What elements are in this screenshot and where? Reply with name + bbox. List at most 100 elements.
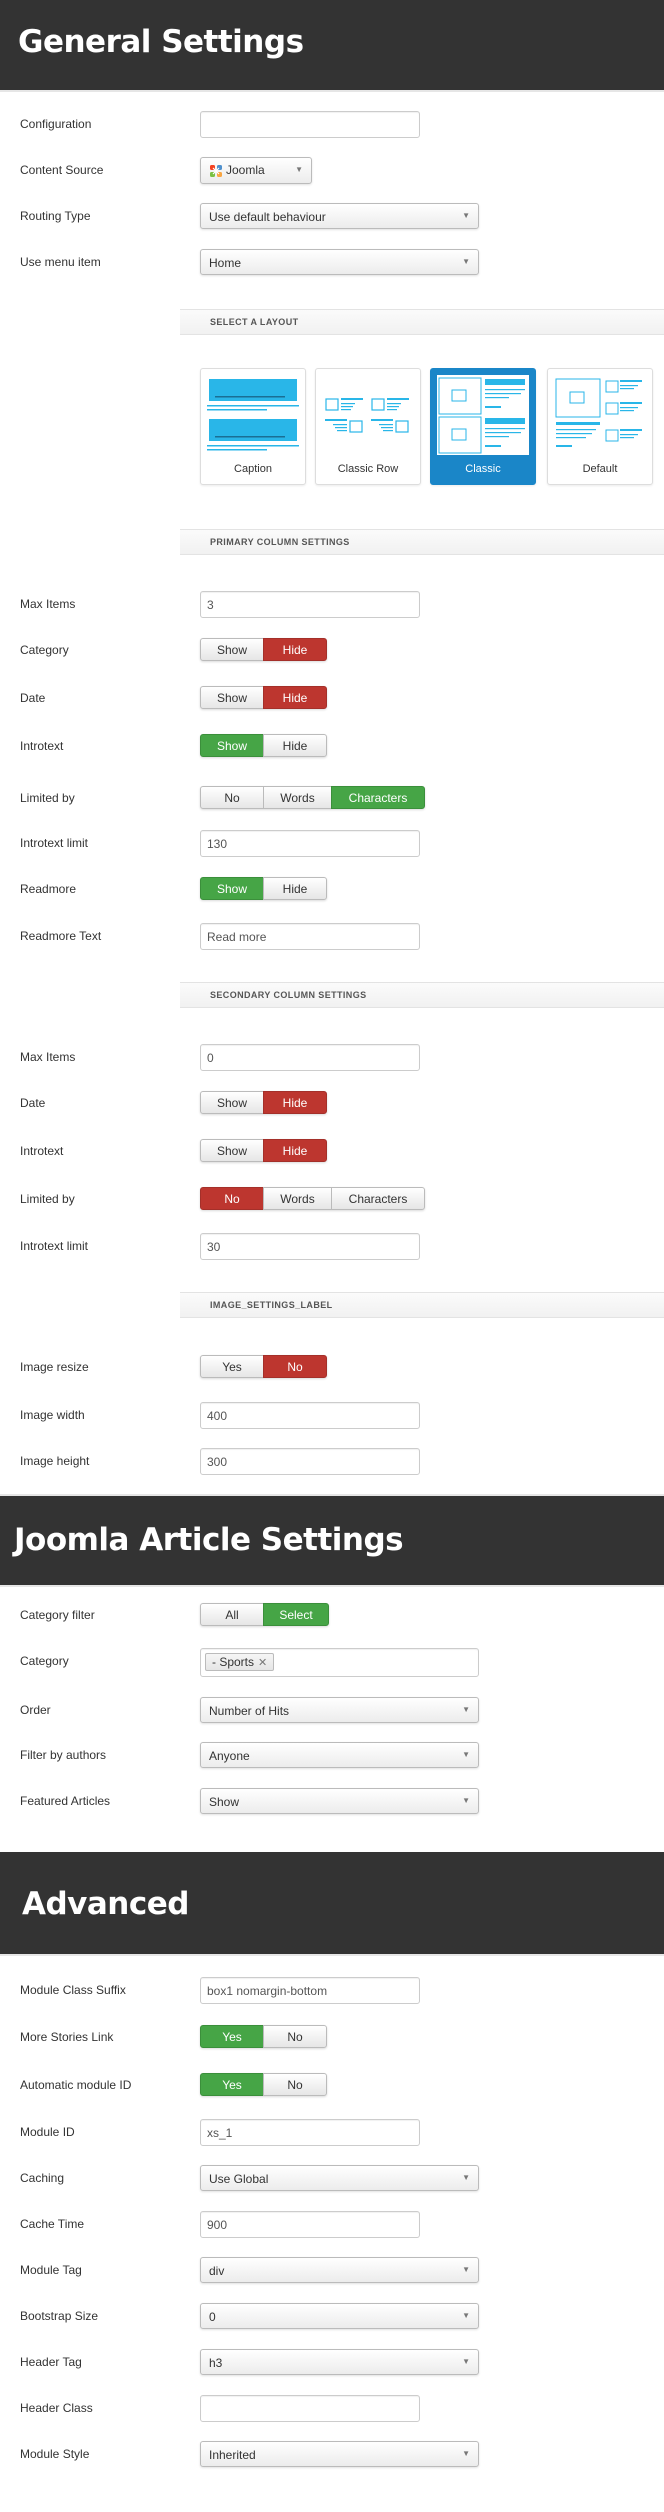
more-stories-link-yes-option[interactable]: Yes <box>200 2025 264 2048</box>
module-id-input[interactable] <box>200 2119 420 2146</box>
module-class-suffix-row: Module Class Suffix <box>0 1977 664 2007</box>
chevron-down-icon: ▼ <box>462 1796 470 1805</box>
category-filter-toggle: All Select <box>200 1603 329 1626</box>
primary-limited-by-no-option[interactable]: No <box>200 786 264 809</box>
primary-date-hide-option[interactable]: Hide <box>263 686 327 709</box>
primary-introtext-limit-input[interactable] <box>200 830 420 857</box>
featured-articles-select[interactable]: Show ▼ <box>200 1788 479 1814</box>
primary-readmore-show-option[interactable]: Show <box>200 877 264 900</box>
primary-limited-by-words-option[interactable]: Words <box>263 786 332 809</box>
module-tag-select[interactable]: div ▼ <box>200 2257 479 2283</box>
secondary-limited-by-words-option[interactable]: Words <box>263 1187 332 1210</box>
module-id-label: Module ID <box>20 2125 75 2139</box>
image-resize-no-option[interactable]: No <box>263 1355 327 1378</box>
header-tag-label: Header Tag <box>20 2355 82 2369</box>
featured-articles-label: Featured Articles <box>20 1794 111 1808</box>
primary-limited-by-characters-option[interactable]: Characters <box>331 786 425 809</box>
automatic-module-id-yes-option[interactable]: Yes <box>200 2073 264 2096</box>
layout-card-classic[interactable]: Classic <box>430 368 536 485</box>
section-image-settings: IMAGE_SETTINGS_LABEL <box>180 1292 664 1318</box>
secondary-introtext-limit-input[interactable] <box>200 1233 420 1260</box>
module-class-suffix-input[interactable] <box>200 1977 420 2004</box>
module-style-select[interactable]: Inherited ▼ <box>200 2441 479 2467</box>
filter-by-authors-select[interactable]: Anyone ▼ <box>200 1742 479 1768</box>
primary-readmore-text-row: Readmore Text <box>0 923 664 953</box>
primary-date-toggle: Show Hide <box>200 686 327 709</box>
image-width-input[interactable] <box>200 1402 420 1429</box>
header-class-input[interactable] <box>200 2395 420 2422</box>
chevron-down-icon: ▼ <box>462 2311 470 2320</box>
order-value: Number of Hits <box>209 1704 290 1718</box>
image-resize-row: Image resize Yes No <box>0 1354 664 1384</box>
secondary-date-hide-option[interactable]: Hide <box>263 1091 327 1114</box>
module-class-suffix-label: Module Class Suffix <box>20 1983 126 1997</box>
order-select[interactable]: Number of Hits ▼ <box>200 1697 479 1723</box>
remove-tag-icon[interactable]: ✕ <box>258 1657 267 1669</box>
content-source-select[interactable]: Joomla ▼ <box>200 157 312 184</box>
configuration-input[interactable] <box>200 111 420 138</box>
category-multiselect[interactable]: - Sports ✕ <box>200 1648 479 1677</box>
image-resize-yes-option[interactable]: Yes <box>200 1355 264 1378</box>
layout-card-classic-row[interactable]: Classic Row <box>315 368 421 485</box>
primary-readmore-text-label: Readmore Text <box>20 929 102 943</box>
primary-introtext-toggle: Show Hide <box>200 734 327 757</box>
secondary-date-show-option[interactable]: Show <box>200 1091 264 1114</box>
primary-introtext-hide-option[interactable]: Hide <box>263 734 327 757</box>
secondary-introtext-limit-row: Introtext limit <box>0 1233 664 1263</box>
routing-type-value: Use default behaviour <box>209 210 326 224</box>
header-tag-value: h3 <box>209 2356 223 2370</box>
image-height-input[interactable] <box>200 1448 420 1475</box>
chevron-down-icon: ▼ <box>462 2449 470 2458</box>
primary-category-row: Category Show Hide <box>0 637 664 667</box>
secondary-limited-by-row: Limited by No Words Characters <box>0 1186 664 1216</box>
primary-introtext-show-option[interactable]: Show <box>200 734 264 757</box>
secondary-introtext-limit-label: Introtext limit <box>20 1239 89 1253</box>
routing-type-select[interactable]: Use default behaviour ▼ <box>200 203 479 229</box>
primary-limited-by-row: Limited by No Words Characters <box>0 785 664 815</box>
module-tag-value: div <box>209 2264 225 2278</box>
filter-by-authors-row: Filter by authors Anyone ▼ <box>0 1742 664 1772</box>
cache-time-input[interactable] <box>200 2211 420 2238</box>
chevron-down-icon: ▼ <box>462 257 470 266</box>
primary-readmore-text-input[interactable] <box>200 923 420 950</box>
primary-date-show-option[interactable]: Show <box>200 686 264 709</box>
primary-category-show-option[interactable]: Show <box>200 638 264 661</box>
featured-articles-row: Featured Articles Show ▼ <box>0 1788 664 1818</box>
category-filter-select-option[interactable]: Select <box>263 1603 329 1626</box>
header-tag-select[interactable]: h3 ▼ <box>200 2349 479 2375</box>
secondary-limited-by-characters-option[interactable]: Characters <box>331 1187 425 1210</box>
chevron-down-icon: ▼ <box>462 1705 470 1714</box>
primary-limited-by-toggle: No Words Characters <box>200 786 425 809</box>
configuration-row: Configuration <box>0 111 664 141</box>
category-filter-all-option[interactable]: All <box>200 1603 264 1626</box>
use-menu-item-select[interactable]: Home ▼ <box>200 249 479 275</box>
layout-card-caption[interactable]: Caption <box>200 368 306 485</box>
secondary-max-items-input[interactable] <box>200 1044 420 1071</box>
more-stories-link-no-option[interactable]: No <box>263 2025 327 2048</box>
section-primary-column: PRIMARY COLUMN SETTINGS <box>180 529 664 555</box>
automatic-module-id-no-option[interactable]: No <box>263 2073 327 2096</box>
order-label: Order <box>20 1703 51 1717</box>
primary-category-hide-option[interactable]: Hide <box>263 638 327 661</box>
layout-card-default[interactable]: Default <box>547 368 653 485</box>
bootstrap-size-select[interactable]: 0 ▼ <box>200 2303 479 2329</box>
image-resize-label: Image resize <box>20 1360 89 1374</box>
secondary-introtext-hide-option[interactable]: Hide <box>263 1139 327 1162</box>
module-style-value: Inherited <box>209 2448 256 2462</box>
secondary-introtext-row: Introtext Show Hide <box>0 1138 664 1168</box>
chevron-down-icon: ▼ <box>462 2265 470 2274</box>
primary-category-label: Category <box>20 643 69 657</box>
caching-select[interactable]: Use Global ▼ <box>200 2165 479 2191</box>
primary-readmore-hide-option[interactable]: Hide <box>263 877 327 900</box>
layout-default-thumbnail-icon <box>554 375 646 455</box>
primary-max-items-input[interactable] <box>200 591 420 618</box>
category-row: Category - Sports ✕ <box>0 1648 664 1678</box>
layout-default-label: Default <box>582 463 618 475</box>
caching-value: Use Global <box>209 2172 269 2186</box>
secondary-limited-by-no-option[interactable]: No <box>200 1187 264 1210</box>
secondary-date-toggle: Show Hide <box>200 1091 327 1114</box>
secondary-introtext-show-option[interactable]: Show <box>200 1139 264 1162</box>
joomla-logo-icon <box>210 164 222 177</box>
bootstrap-size-row: Bootstrap Size 0 ▼ <box>0 2303 664 2333</box>
more-stories-link-label: More Stories Link <box>20 2030 114 2044</box>
